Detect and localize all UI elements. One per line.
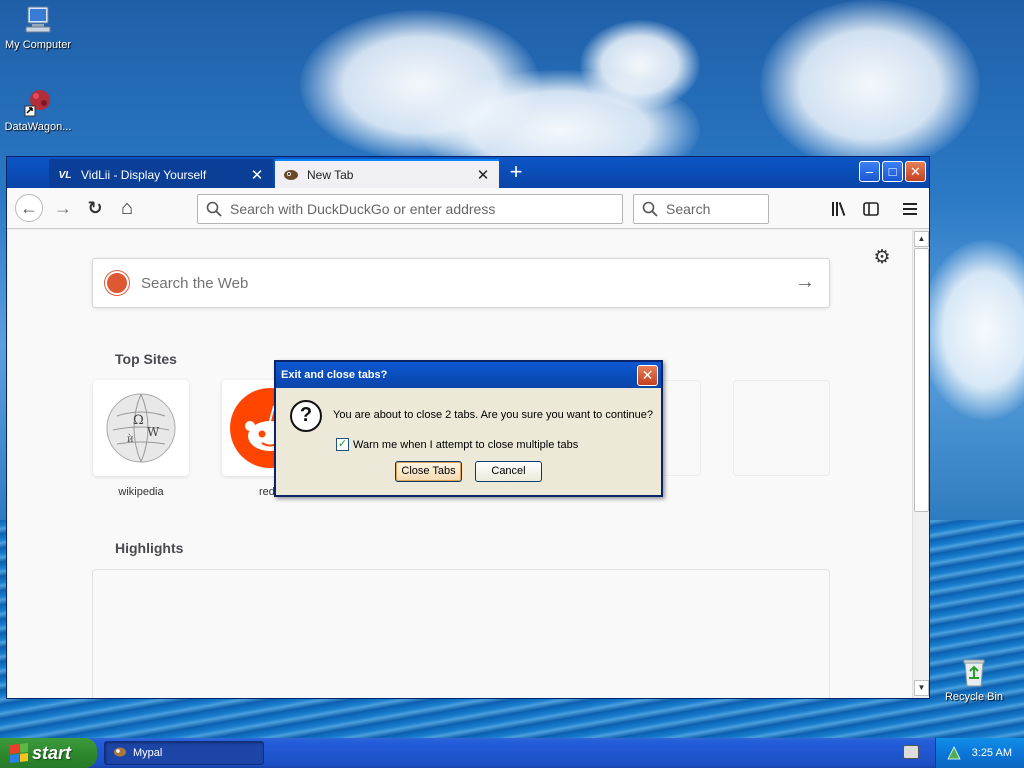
search-icon bbox=[206, 201, 222, 217]
new-tab-button[interactable]: + bbox=[505, 161, 527, 185]
warn-checkbox-row[interactable]: ✓ Warn me when I attempt to close multip… bbox=[336, 438, 578, 451]
taskbar: start Mypal 3:25 AM bbox=[0, 738, 1024, 768]
close-tabs-button[interactable]: Close Tabs bbox=[395, 461, 462, 482]
svg-text:W: W bbox=[147, 425, 160, 439]
my-computer-icon[interactable]: My Computer bbox=[0, 4, 78, 51]
warn-checkbox[interactable]: ✓ bbox=[336, 438, 349, 451]
scrollbar-thumb[interactable] bbox=[914, 248, 929, 512]
recycle-bin-image-icon bbox=[958, 656, 990, 688]
top-site-tile-wikipedia[interactable]: ΩWѝ bbox=[93, 380, 189, 476]
start-label: start bbox=[32, 742, 72, 763]
minimize-button[interactable]: – bbox=[859, 161, 880, 182]
svg-text:Ω: Ω bbox=[133, 413, 144, 428]
mypal-icon bbox=[113, 746, 127, 761]
scroll-down-arrow-icon[interactable]: ▼ bbox=[914, 680, 929, 696]
start-button[interactable]: start bbox=[0, 738, 97, 768]
gear-icon[interactable]: ⚙ bbox=[872, 248, 892, 268]
top-site-label: wikipedia bbox=[118, 486, 164, 498]
svg-text:ѝ: ѝ bbox=[127, 434, 134, 445]
top-site-tile-empty[interactable] bbox=[733, 380, 830, 476]
home-button[interactable]: ⌂ bbox=[113, 194, 141, 222]
search-bar[interactable]: Search bbox=[633, 194, 769, 224]
desktop-icon-label: Recycle Bin bbox=[944, 691, 1004, 703]
dialog-message: You are about to close 2 tabs. Are you s… bbox=[333, 409, 654, 421]
datawagon-shortcut-icon bbox=[22, 86, 54, 118]
recycle-bin-icon[interactable]: Recycle Bin bbox=[934, 656, 1014, 703]
clock[interactable]: 3:25 AM bbox=[972, 747, 1012, 759]
navigation-toolbar: ← → ↻ ⌂ Search with DuckDuckGo or enter … bbox=[7, 188, 929, 229]
search-bar-placeholder: Search bbox=[666, 201, 711, 217]
computer-icon bbox=[22, 4, 54, 36]
scroll-up-arrow-icon[interactable]: ▲ bbox=[914, 231, 929, 247]
menu-icon[interactable] bbox=[897, 196, 923, 222]
dialog-close-button[interactable]: ✕ bbox=[637, 365, 658, 386]
tab-close-icon[interactable]: ✕ bbox=[249, 166, 265, 184]
browser-logo-icon bbox=[283, 167, 299, 183]
tab-close-icon[interactable]: ✕ bbox=[475, 166, 491, 184]
url-bar[interactable]: Search with DuckDuckGo or enter address bbox=[197, 194, 623, 224]
web-search-placeholder: Search the Web bbox=[141, 274, 249, 292]
duckduckgo-logo-icon bbox=[105, 271, 129, 295]
tab-vidlii[interactable]: VL VidLii - Display Yourself ✕ bbox=[49, 159, 273, 189]
question-icon: ? bbox=[290, 400, 322, 432]
tab-label: New Tab bbox=[307, 168, 354, 182]
cloud bbox=[920, 240, 1024, 420]
desktop-icon-label: DataWagon... bbox=[4, 121, 72, 133]
forward-button[interactable]: → bbox=[49, 194, 77, 222]
warn-checkbox-label: Warn me when I attempt to close multiple… bbox=[353, 438, 579, 451]
taskbar-item-label: Mypal bbox=[133, 747, 163, 759]
cloud bbox=[760, 0, 980, 170]
back-button[interactable]: ← bbox=[15, 194, 43, 222]
desktop-icon-label: My Computer bbox=[4, 39, 72, 51]
tab-new-tab[interactable]: New Tab ✕ bbox=[275, 159, 499, 189]
sidebar-icon[interactable] bbox=[858, 196, 884, 222]
vertical-scrollbar[interactable]: ▲ ▼ bbox=[912, 230, 929, 698]
cloud bbox=[580, 20, 700, 110]
highlights-title: Highlights bbox=[115, 540, 184, 556]
tab-strip: VL VidLii - Display Yourself ✕ New Tab ✕… bbox=[7, 157, 929, 189]
window-close-button[interactable]: ✕ bbox=[905, 161, 926, 182]
search-icon bbox=[642, 201, 658, 217]
dialog-title: Exit and close tabs? bbox=[276, 362, 661, 388]
cancel-button[interactable]: Cancel bbox=[475, 461, 542, 482]
tab-label: VidLii - Display Yourself bbox=[81, 168, 207, 182]
arrow-right-icon[interactable]: → bbox=[795, 271, 815, 294]
datawagon-icon[interactable]: DataWagon... bbox=[0, 86, 78, 133]
windows-flag-icon bbox=[10, 743, 28, 763]
library-icon[interactable] bbox=[827, 196, 853, 222]
system-tray: 3:25 AM bbox=[935, 738, 1024, 768]
url-bar-placeholder: Search with DuckDuckGo or enter address bbox=[230, 201, 496, 217]
reload-button[interactable]: ↻ bbox=[81, 194, 109, 222]
highlights-section bbox=[92, 569, 830, 698]
taskbar-item-mypal[interactable]: Mypal bbox=[104, 741, 264, 765]
maximize-button[interactable]: □ bbox=[882, 161, 903, 182]
web-search-box[interactable]: Search the Web → bbox=[92, 258, 830, 308]
top-sites-title: Top Sites bbox=[115, 351, 177, 367]
wikipedia-globe-icon: ΩWѝ bbox=[106, 393, 176, 463]
vidlii-favicon-icon: VL bbox=[58, 169, 72, 181]
close-tabs-dialog: Exit and close tabs? ✕ ? You are about t… bbox=[274, 360, 663, 497]
keyboard-icon[interactable] bbox=[903, 745, 919, 759]
network-icon[interactable] bbox=[946, 745, 962, 764]
